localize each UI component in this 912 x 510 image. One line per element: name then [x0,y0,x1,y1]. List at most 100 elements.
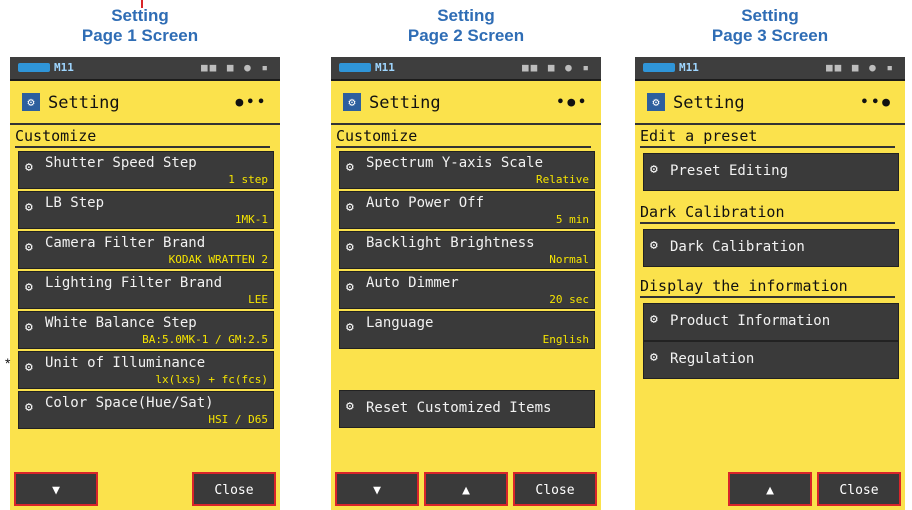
section-display-the-information: Display the information [640,277,895,298]
device-screen: M11 ■■ ■ ● ▪ ⚙ Setting •●• Customize ⚙ S… [331,57,601,510]
item-label: White Balance Step [45,315,197,331]
caption-title: Setting [437,6,495,25]
menu-item-camera-filter-brand[interactable]: ⚙ Camera Filter Brand KODAK WRATTEN 2 [18,231,274,269]
gear-icon: ⚙ [346,320,354,335]
gear-icon: ⚙ [650,312,658,327]
gear-icon: ⚙ [25,240,33,255]
section-customize: Customize [336,127,591,148]
menu-item-color-space[interactable]: ⚙ Color Space(Hue/Sat) HSI / D65 [18,391,274,429]
item-label: Preset Editing [670,163,789,179]
item-label: Shutter Speed Step [45,155,197,171]
caption-title: Setting [741,6,799,25]
menu-item-lighting-filter-brand[interactable]: ⚙ Lighting Filter Brand LEE [18,271,274,309]
item-label: Color Space(Hue/Sat) [45,395,214,411]
gear-icon: ⚙ [25,360,33,375]
close-button[interactable]: Close [192,472,276,506]
page-indicator: •●• [556,95,589,110]
item-value: LEE [248,293,268,306]
item-label: Auto Power Off [366,195,485,211]
scroll-up-button[interactable]: ▲ [424,472,508,506]
caption-title: Setting [111,6,169,25]
page-title: Setting [673,93,745,113]
page-indicator: ●•• [235,95,268,110]
item-value: lx(lxs) + fc(fcs) [155,373,268,386]
gear-icon: ⚙ [650,238,658,253]
item-label: Reset Customized Items [366,400,552,416]
menu-item-spectrum-y-axis-scale[interactable]: ⚙ Spectrum Y-axis Scale Relative [339,151,595,189]
menu-item-regulation[interactable]: ⚙ Regulation [643,341,899,379]
menu-item-auto-power-off[interactable]: ⚙ Auto Power Off 5 min [339,191,595,229]
item-value: 5 min [555,213,589,226]
menu-item-unit-of-illuminance[interactable]: ⚙ Unit of Illuminance lx(lxs) + fc(fcs) [18,351,274,389]
page-title: Setting [369,93,441,113]
title-bar: ⚙ Setting ●•• [10,85,280,125]
status-bar: M11 ■■ ■ ● ▪ [635,57,905,81]
battery-icon [643,63,675,72]
scroll-down-button[interactable]: ▼ [14,472,98,506]
close-button[interactable]: Close [817,472,901,506]
gear-icon: ⚙ [650,350,658,365]
scroll-down-button[interactable]: ▼ [335,472,419,506]
status-icons: ■■ ■ ● ▪ [522,61,591,74]
item-value: KODAK WRATTEN 2 [168,253,268,266]
item-label: Camera Filter Brand [45,235,206,251]
item-label: Auto Dimmer [366,275,459,291]
section-dark-calibration: Dark Calibration [640,203,895,224]
item-label: LB Step [45,195,105,211]
item-label: Spectrum Y-axis Scale [366,155,544,171]
item-value: 1MK-1 [234,213,268,226]
device-screen: M11 ■■ ■ ● ▪ ⚙ Setting ●•• Customize ⚙ S… [10,57,280,510]
item-value: Normal [549,253,589,266]
scroll-up-button[interactable]: ▲ [728,472,812,506]
menu-item-backlight-brightness[interactable]: ⚙ Backlight Brightness Normal [339,231,595,269]
item-value: HSI / D65 [208,413,268,426]
item-label: Backlight Brightness [366,235,535,251]
gear-icon: ⚙ [346,280,354,295]
menu-item-product-information[interactable]: ⚙ Product Information [643,303,899,341]
menu-item-shutter-speed-step[interactable]: ⚙ Shutter Speed Step 1 step [18,151,274,189]
memory-channel: M11 [54,61,74,74]
close-button[interactable]: Close [513,472,597,506]
footnote-asterisk: * [5,355,11,371]
gear-icon: ⚙ [346,200,354,215]
settings-icon: ⚙ [647,93,665,111]
caption-subtitle: Page 3 Screen [711,26,829,45]
page-1-caption: Setting Page 1 Screen [0,6,280,46]
setting-page-2-panel: Setting Page 2 Screen M11 ■■ ■ ● ▪ ⚙ Set… [326,0,606,510]
reset-customized-items-button[interactable]: ⚙ Reset Customized Items [339,390,595,428]
item-value: BA:5.0MK-1 / GM:2.5 [142,333,268,346]
battery-icon [339,63,371,72]
setting-page-1-panel: Setting Page 1 Screen M11 ■■ ■ ● ▪ ⚙ Set… [0,0,280,510]
memory-channel: M11 [679,61,699,74]
gear-icon: ⚙ [346,240,354,255]
menu-item-lb-step[interactable]: ⚙ LB Step 1MK-1 [18,191,274,229]
memory-channel: M11 [375,61,395,74]
settings-icon: ⚙ [343,93,361,111]
item-label: Lighting Filter Brand [45,275,223,291]
menu-item-language[interactable]: ⚙ Language English [339,311,595,349]
menu-item-auto-dimmer[interactable]: ⚙ Auto Dimmer 20 sec [339,271,595,309]
item-label: Unit of Illuminance [45,355,206,371]
item-label: Regulation [670,351,755,367]
title-bar: ⚙ Setting •●• [331,85,601,125]
battery-icon [18,63,50,72]
item-value: 20 sec [549,293,589,306]
gear-icon: ⚙ [650,162,658,177]
page-title: Setting [48,93,120,113]
menu-item-dark-calibration[interactable]: ⚙ Dark Calibration [643,229,899,267]
gear-icon: ⚙ [346,160,354,175]
page-2-caption: Setting Page 2 Screen [326,6,606,46]
title-bar: ⚙ Setting ••● [635,85,905,125]
status-icons: ■■ ■ ● ▪ [826,61,895,74]
status-bar: M11 ■■ ■ ● ▪ [10,57,280,81]
menu-item-preset-editing[interactable]: ⚙ Preset Editing [643,153,899,191]
caption-subtitle: Page 1 Screen [81,26,199,45]
item-value: English [542,333,589,346]
gear-icon: ⚙ [25,320,33,335]
item-label: Language [366,315,434,331]
item-label: Product Information [670,313,831,329]
settings-icon: ⚙ [22,93,40,111]
menu-item-white-balance-step[interactable]: ⚙ White Balance Step BA:5.0MK-1 / GM:2.5 [18,311,274,349]
section-edit-a-preset: Edit a preset [640,127,895,148]
item-label: Dark Calibration [670,239,805,255]
